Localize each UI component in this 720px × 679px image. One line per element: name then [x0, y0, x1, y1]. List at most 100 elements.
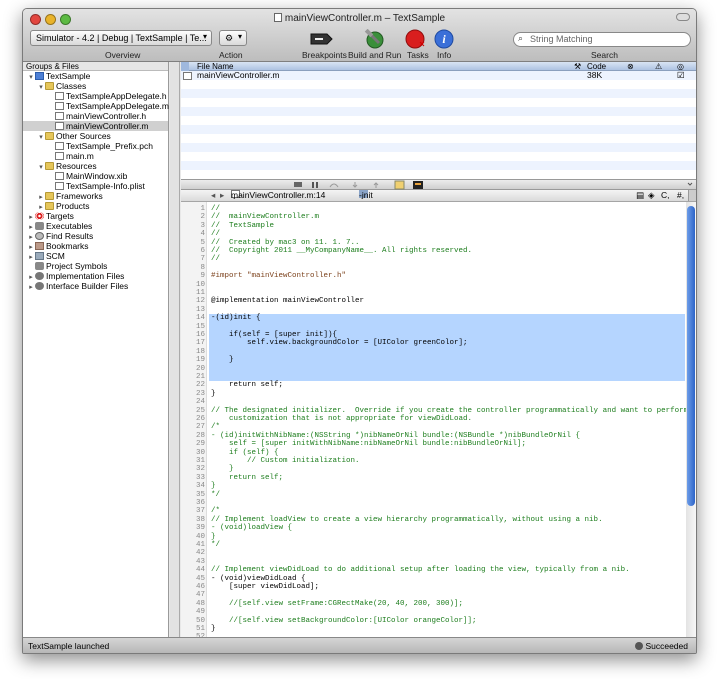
- line-number: 43: [195, 557, 205, 566]
- file-list-empty-row: [181, 80, 696, 89]
- line-number: 9: [200, 272, 205, 281]
- forward-arrow-icon[interactable]: ▸: [220, 190, 224, 201]
- tasks-button[interactable]: [401, 29, 429, 49]
- sidebar-item[interactable]: mainViewController.h: [23, 111, 168, 121]
- bookmarks-popup-icon[interactable]: ▤: [636, 190, 644, 201]
- code-line: self = [super initWithNibName:nibNameOrN…: [211, 440, 527, 449]
- sidebar-item[interactable]: ▸ Targets: [23, 211, 168, 221]
- code-line: [super viewDidLoad];: [211, 583, 320, 591]
- sidebar-item[interactable]: ▾ Other Sources: [23, 131, 168, 141]
- code-line: // Implement viewDidLoad to do additiona…: [211, 566, 630, 575]
- target-checkbox[interactable]: ☑: [677, 71, 685, 80]
- code-line: }: [211, 465, 234, 474]
- sidebar-item[interactable]: TextSample-Info.plist: [23, 181, 168, 191]
- build-and-run-button[interactable]: [361, 28, 389, 49]
- code-line: return self;: [211, 381, 284, 390]
- sidebar-item[interactable]: ▸ Interface Builder Files: [23, 281, 168, 291]
- code-line: /*: [211, 507, 221, 516]
- code-editor[interactable]: 1 2 3 4 5 6 7 8 9 10 11 12 13 14 15 16 17 18 19 20 21 22 23 24 2…: [181, 202, 696, 637]
- sidebar-item-label: Find Results: [46, 231, 94, 241]
- includes-popup-icon[interactable]: #,: [677, 190, 684, 201]
- code-line: @implementation mainViewController: [211, 297, 365, 306]
- bookmark-icon: [35, 242, 44, 250]
- step-instruction-icon: [394, 180, 405, 190]
- line-number: 37: [195, 507, 205, 516]
- sidebar-item[interactable]: ▾ Resources: [23, 161, 168, 171]
- line-number: 46: [195, 583, 205, 591]
- line-number: 20: [195, 364, 205, 373]
- line-number: 8: [200, 263, 205, 272]
- sidebar-item[interactable]: Project Symbols: [23, 261, 168, 271]
- sidebar-item-label: Other Sources: [56, 131, 111, 141]
- sidebar-item[interactable]: mainViewController.m: [23, 121, 168, 131]
- sidebar-item[interactable]: ▸ Bookmarks: [23, 241, 168, 251]
- sidebar-item[interactable]: ▾ TextSample: [23, 71, 168, 81]
- line-number: 42: [195, 549, 205, 558]
- sidebar-item[interactable]: TextSample_Prefix.pch: [23, 141, 168, 151]
- file-popup[interactable]: mainViewController.m:14 ◆: [231, 190, 325, 201]
- sidebar-item[interactable]: ▾ Classes: [23, 81, 168, 91]
- info-label: Info: [437, 50, 452, 60]
- code-line: if (self) {: [211, 448, 279, 457]
- hammer-icon: [364, 28, 384, 49]
- toolbar-toggle-button[interactable]: [676, 13, 690, 21]
- sidebar-item[interactable]: ▸ Products: [23, 201, 168, 211]
- back-arrow-icon[interactable]: ◂: [211, 190, 215, 201]
- split-view-divider[interactable]: [170, 62, 180, 637]
- file-list-empty-row: [181, 89, 696, 98]
- line-number: 3: [200, 221, 205, 230]
- executable-icon: [35, 222, 44, 230]
- file-type-column-header[interactable]: [181, 62, 189, 71]
- sidebar-item[interactable]: ▸ Executables: [23, 221, 168, 231]
- code-line: }: [211, 532, 216, 541]
- code-size-cell: 38K: [587, 70, 603, 80]
- line-number: 48: [195, 599, 205, 608]
- sidebar-item[interactable]: TextSampleAppDelegate.h: [23, 91, 168, 101]
- counterpart-popup-icon[interactable]: C,: [661, 190, 670, 201]
- sidebar-item[interactable]: ▸ Frameworks: [23, 191, 168, 201]
- sidebar-item-label: Targets: [46, 211, 74, 221]
- scrollbar-thumb[interactable]: [687, 206, 695, 506]
- xcode-window: mainViewController.m – TextSample Simula…: [22, 8, 697, 654]
- line-number: 12: [195, 297, 205, 306]
- line-number: 2: [200, 213, 205, 222]
- sidebar-item[interactable]: TextSampleAppDelegate.m: [23, 101, 169, 111]
- breakpoints-button[interactable]: [307, 29, 335, 49]
- sidebar-item[interactable]: ▸ Find Results: [23, 231, 168, 241]
- code-line: }: [211, 482, 216, 491]
- line-number: 22: [195, 381, 205, 390]
- editor-vertical-scrollbar[interactable]: [686, 202, 696, 637]
- line-number: 30: [195, 448, 205, 457]
- file-list-empty-row: [181, 152, 696, 161]
- line-number: 4: [200, 230, 205, 239]
- sidebar-item-label: mainViewController.m: [66, 121, 149, 131]
- sidebar-item-label: TextSample_Prefix.pch: [66, 141, 153, 151]
- folder-icon: [45, 132, 54, 140]
- sidebar-item-label: Bookmarks: [46, 241, 89, 251]
- file-list-empty-row: [181, 143, 696, 152]
- selection-highlight: [209, 364, 685, 373]
- method-popup[interactable]: -init ◆: [359, 190, 373, 201]
- sidebar-item[interactable]: MainWindow.xib: [23, 171, 168, 181]
- search-label: Search: [591, 50, 618, 60]
- code-line: }: [211, 389, 216, 398]
- selection-highlight: [209, 347, 685, 357]
- line-number: 7: [200, 255, 205, 264]
- sidebar-item[interactable]: main.m: [23, 151, 168, 161]
- disclosure-closed-icon[interactable]: ▸: [27, 283, 35, 293]
- file-list-empty-row: [181, 134, 696, 143]
- breakpoints-popup-icon[interactable]: ◈: [648, 190, 655, 201]
- code-line: self.view.backgroundColor = [UIColor gre…: [211, 339, 468, 348]
- breakpoints-label: Breakpoints: [302, 50, 347, 60]
- window-title: mainViewController.m – TextSample: [23, 13, 696, 24]
- overview-scheme-popup[interactable]: Simulator - 4.2 | Debug | TextSample | T…: [30, 30, 212, 46]
- code-line: //: [211, 230, 221, 239]
- action-button[interactable]: ⚙ ▾: [219, 30, 247, 46]
- sidebar-item-label: TextSampleAppDelegate.h: [66, 91, 167, 101]
- split-editor-button[interactable]: [688, 190, 696, 201]
- file-list-row[interactable]: mainViewController.m 38K ☑: [181, 71, 696, 80]
- info-button[interactable]: i: [430, 29, 458, 49]
- search-field[interactable]: ⌕ String Matching: [513, 32, 691, 47]
- sidebar-item[interactable]: ▸ Implementation Files: [23, 271, 168, 281]
- sidebar-item[interactable]: ▸ SCM: [23, 251, 168, 261]
